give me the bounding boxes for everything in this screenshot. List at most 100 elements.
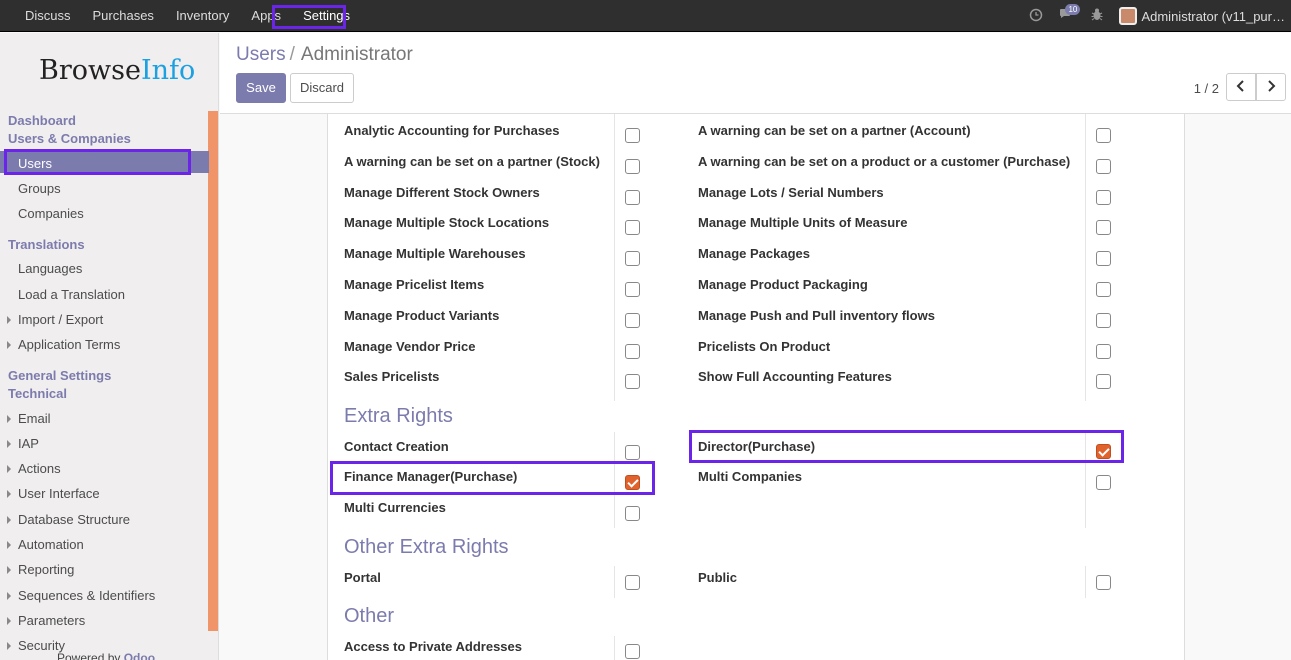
menu-purchases[interactable]: Purchases [82, 0, 165, 32]
sidebar-item-reporting[interactable]: Reporting [6, 562, 74, 577]
form-content: Analytic Accounting for Purchases A warni… [220, 114, 1291, 660]
powered-by-footer: Powered by Odoo [57, 651, 155, 660]
menu-discuss[interactable]: Discuss [14, 0, 82, 32]
setting-label: Analytic Accounting for Purchases [344, 123, 560, 138]
column-divider [614, 566, 615, 598]
setting-checkbox[interactable] [1096, 312, 1111, 328]
form-sheet: Analytic Accounting for Purchases A warni… [327, 114, 1185, 660]
menu-settings[interactable]: Settings [292, 0, 361, 32]
sidebar-item-languages[interactable]: Languages [18, 261, 82, 276]
setting-label: Show Full Accounting Features [698, 369, 892, 385]
sidebar-item-application-terms[interactable]: Application Terms [6, 337, 120, 352]
menu-inventory[interactable]: Inventory [165, 0, 240, 32]
setting-checkbox[interactable] [625, 374, 640, 390]
column-divider [614, 636, 615, 660]
setting-checkbox[interactable] [625, 158, 640, 174]
sidebar-section-translations[interactable]: Translations [8, 237, 85, 252]
sidebar-scrollbar[interactable] [208, 111, 218, 631]
setting-checkbox[interactable] [625, 128, 640, 143]
sidebar-item-import-export[interactable]: Import / Export [6, 312, 103, 327]
setting-checkbox[interactable] [1096, 282, 1111, 297]
sidebar: BrowseInfo Dashboard Users & Companies U… [0, 33, 219, 660]
chat-count-badge: 10 [1065, 4, 1081, 15]
sidebar-item-database-structure[interactable]: Database Structure [6, 512, 130, 527]
setting-checkbox[interactable] [625, 220, 640, 236]
multi-currencies-checkbox[interactable] [625, 506, 640, 521]
sidebar-item-groups[interactable]: Groups [18, 181, 61, 196]
setting-checkbox[interactable] [625, 312, 640, 328]
setting-label: Manage Different Stock Owners [344, 184, 540, 200]
browseinfo-logo: BrowseInfo [39, 55, 196, 86]
multi-companies-checkbox[interactable] [1096, 475, 1111, 490]
chevron-left-icon [1236, 80, 1244, 92]
sidebar-item-companies[interactable]: Companies [18, 206, 84, 221]
column-divider [1085, 566, 1086, 598]
odoo-link[interactable]: Odoo [124, 651, 155, 660]
user-menu[interactable]: Administrator (v11_pur… [1119, 7, 1285, 25]
sidebar-item-actions[interactable]: Actions [7, 461, 61, 476]
sidebar-item-load-translation[interactable]: Load a Translation [18, 287, 125, 302]
pager-next-button[interactable] [1256, 73, 1286, 101]
setting-checkbox[interactable] [625, 343, 640, 359]
setting-label: A warning can be set on a partner (Stock… [344, 153, 600, 169]
other-extra-rights-title: Other Extra Rights [344, 536, 509, 558]
user-name: Administrator (v11_pur… [1141, 8, 1285, 24]
sidebar-section-users-companies[interactable]: Users & Companies [8, 131, 131, 146]
setting-label: Manage Pricelist Items [344, 277, 485, 292]
setting-label: A warning can be set on a partner (Accou… [698, 123, 971, 138]
setting-label: Manage Vendor Price [344, 338, 476, 354]
private-addresses-label: Access to Private Addresses [344, 639, 523, 654]
setting-label: Pricelists On Product [698, 338, 831, 354]
setting-checkbox[interactable] [1096, 251, 1111, 267]
portal-checkbox[interactable] [625, 575, 640, 590]
setting-checkbox[interactable] [1096, 128, 1111, 143]
public-label: Public [698, 570, 738, 585]
menu-apps[interactable]: Apps [240, 0, 292, 32]
sidebar-item-email[interactable]: Email [7, 411, 51, 426]
chevron-right-icon [1268, 80, 1276, 92]
app-menu: Discuss Purchases Inventory Apps Setting… [14, 0, 361, 32]
setting-checkbox[interactable] [625, 251, 640, 267]
bug-icon[interactable] [1091, 8, 1103, 24]
sidebar-item-parameters[interactable]: Parameters [6, 613, 85, 628]
setting-checkbox[interactable] [1096, 189, 1111, 205]
setting-checkbox[interactable] [625, 282, 640, 297]
sidebar-section-technical[interactable]: Technical [8, 386, 67, 401]
other-title: Other [344, 605, 395, 627]
multi-companies-label: Multi Companies [698, 469, 803, 484]
discard-button[interactable]: Discard [290, 73, 354, 103]
setting-checkbox[interactable] [1096, 220, 1111, 236]
setting-label: Manage Product Packaging [698, 277, 868, 292]
control-panel: Users / Administrator Save Discard 1 / 2 [220, 33, 1291, 114]
sidebar-item-sequences[interactable]: Sequences & Identifiers [6, 588, 155, 603]
portal-label: Portal [344, 570, 381, 585]
pager-previous-button[interactable] [1226, 73, 1256, 101]
contact-creation-checkbox[interactable] [625, 445, 640, 460]
contact-creation-label: Contact Creation [344, 439, 449, 454]
setting-checkbox[interactable] [625, 189, 640, 205]
director-purchase-checkbox[interactable] [1096, 444, 1111, 459]
setting-label: A warning can be set on a product or a c… [698, 153, 1071, 169]
finance-manager-checkbox[interactable] [625, 475, 640, 490]
clock-icon[interactable] [1029, 8, 1043, 25]
setting-label: Manage Product Variants [344, 307, 500, 323]
setting-checkbox[interactable] [1096, 343, 1111, 359]
breadcrumb-current: Administrator [300, 44, 413, 65]
sidebar-item-user-interface[interactable]: User Interface [7, 486, 100, 501]
sidebar-item-iap[interactable]: IAP [7, 436, 39, 451]
save-button[interactable]: Save [236, 73, 286, 103]
breadcrumb-users[interactable]: Users [236, 44, 286, 65]
pager-value: 1 / 2 [1193, 81, 1219, 96]
setting-checkbox[interactable] [1096, 158, 1111, 174]
setting-checkbox[interactable] [1096, 374, 1111, 390]
sidebar-section-general-settings[interactable]: General Settings [8, 368, 111, 383]
private-addresses-checkbox[interactable] [625, 644, 640, 659]
top-navbar: Discuss Purchases Inventory Apps Setting… [0, 0, 1291, 32]
setting-label: Manage Multiple Stock Locations [344, 215, 550, 231]
sidebar-item-users[interactable]: Users [18, 156, 52, 171]
chat-icon[interactable]: 10 [1059, 4, 1081, 24]
sidebar-item-dashboard[interactable]: Dashboard [8, 113, 76, 128]
column-divider [1085, 114, 1086, 401]
public-checkbox[interactable] [1096, 575, 1111, 590]
sidebar-item-automation[interactable]: Automation [7, 537, 84, 552]
